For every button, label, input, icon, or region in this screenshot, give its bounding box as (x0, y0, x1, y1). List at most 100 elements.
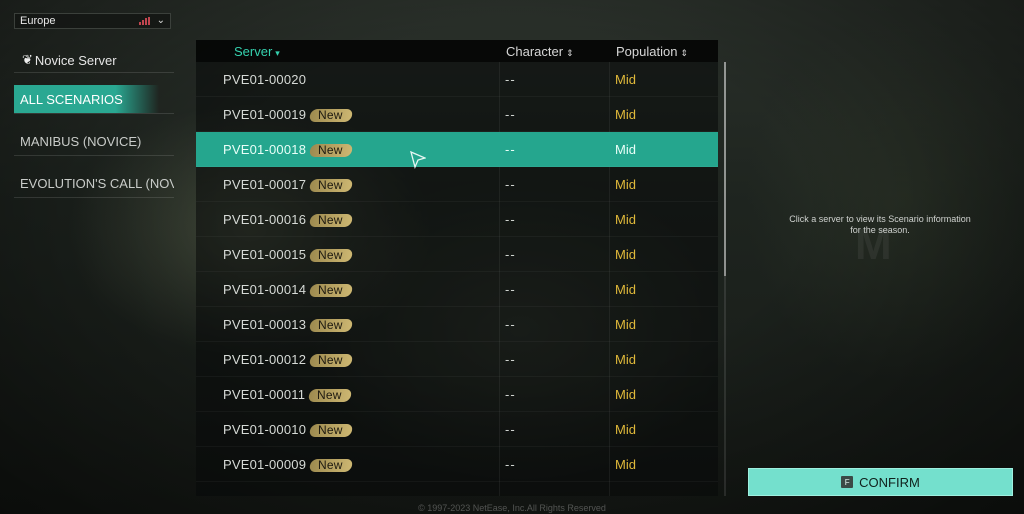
sort-toggle-icon: ⇕ (566, 48, 574, 58)
character-value: -- (505, 107, 516, 122)
server-row[interactable]: PVE01-00017 New -- Mid (196, 167, 718, 202)
server-row[interactable]: PVE01-00016 New -- Mid (196, 202, 718, 237)
scenario-label: MANIBUS (NOVICE) (20, 133, 142, 149)
server-row[interactable]: PVE01-00011 New -- Mid (196, 377, 718, 412)
new-badge: New (308, 108, 354, 122)
server-row[interactable]: PVE01-00020 -- Mid (196, 62, 718, 97)
server-name: PVE01-00011 New (223, 387, 353, 402)
new-badge-label: New (318, 458, 343, 472)
scenario-info-hint: Click a server to view its Scenario info… (770, 214, 990, 236)
server-row[interactable]: PVE01-00010 New -- Mid (196, 412, 718, 447)
sort-by-character[interactable]: Character ⇕ (506, 44, 574, 59)
server-row[interactable]: PVE01-00014 New -- Mid (196, 272, 718, 307)
server-row[interactable]: PVE01-00012 New -- Mid (196, 342, 718, 377)
confirm-button[interactable]: F CONFIRM (748, 468, 1013, 496)
server-row[interactable]: PVE01-00019 New -- Mid (196, 97, 718, 132)
region-select[interactable]: Europe ⌄ (14, 13, 171, 29)
new-badge-label: New (318, 108, 343, 122)
server-name: PVE01-00018 New (223, 142, 354, 157)
scenario-manibus-novice[interactable]: MANIBUS (NOVICE) (14, 127, 174, 155)
server-name-text: PVE01-00011 (223, 387, 306, 402)
sort-by-server[interactable]: Server ▾ (234, 44, 280, 59)
hint-line-2: for the season. (850, 225, 910, 235)
sidebar-divider (14, 72, 174, 73)
server-name-text: PVE01-00015 (223, 247, 307, 262)
new-badge-label: New (318, 248, 343, 262)
server-name: PVE01-00019 New (223, 107, 354, 122)
server-name-text: PVE01-00010 (223, 422, 307, 437)
server-row[interactable]: PVE01-00013 New -- Mid (196, 307, 718, 342)
population-value: Mid (615, 317, 636, 332)
sort-toggle-icon: ⇕ (680, 48, 688, 58)
server-name: PVE01-00014 New (223, 282, 354, 297)
scrollbar-thumb[interactable] (724, 62, 726, 276)
scenario-evolutions-call[interactable]: EVOLUTION'S CALL (NOVI (14, 169, 174, 197)
region-label: Europe (20, 15, 56, 27)
server-name: PVE01-00016 New (223, 212, 354, 227)
server-name: PVE01-00020 (223, 72, 306, 87)
new-badge: New (308, 283, 354, 297)
keybind-f-icon: F (841, 476, 854, 488)
server-name: PVE01-00017 New (223, 177, 354, 192)
sidebar-divider (14, 197, 174, 198)
population-value: Mid (615, 352, 636, 367)
novice-server-label: ❦ Novice Server (22, 52, 117, 68)
server-name-text: PVE01-00009 (223, 457, 307, 472)
population-value: Mid (615, 457, 636, 472)
server-table: Server ▾ Character ⇕ Population ⇕ PVE01-000… (196, 40, 718, 496)
population-value: Mid (615, 177, 636, 192)
population-value: Mid (615, 212, 636, 227)
signal-strength-icon (139, 17, 150, 25)
table-header: Server ▾ Character ⇕ Population ⇕ (196, 40, 718, 62)
server-row[interactable]: PVE01-00015 New -- Mid (196, 237, 718, 272)
character-value: -- (505, 387, 516, 402)
new-badge: New (308, 213, 354, 227)
server-row[interactable]: PVE01-00009 New -- Mid (196, 447, 718, 482)
new-badge-label: New (318, 283, 343, 297)
new-badge: New (308, 458, 354, 472)
copyright-text: © 1997-2023 NetEase, Inc.All Rights Rese… (418, 503, 606, 513)
sidebar-divider (14, 155, 174, 156)
population-value: Mid (615, 422, 636, 437)
new-badge: New (307, 388, 353, 402)
character-value: -- (505, 212, 516, 227)
new-badge-label: New (317, 388, 342, 402)
server-name: PVE01-00013 New (223, 317, 354, 332)
scenario-label: ALL SCENARIOS (20, 91, 123, 107)
server-name-text: PVE01-00018 (223, 142, 307, 157)
new-badge-label: New (318, 213, 343, 227)
server-name-text: PVE01-00014 (223, 282, 307, 297)
hint-line-1: Click a server to view its Scenario info… (789, 214, 971, 224)
population-value: Mid (615, 72, 636, 87)
server-name-text: PVE01-00017 (223, 177, 307, 192)
sidebar-divider (14, 113, 174, 114)
server-rows: PVE01-00020 -- Mid PVE01-00019 New -- Mid PVE01… (196, 62, 718, 496)
mouse-cursor-icon (410, 151, 426, 169)
character-value: -- (505, 317, 516, 332)
new-badge-label: New (318, 318, 343, 332)
population-value: Mid (615, 387, 636, 402)
sort-desc-icon: ▾ (275, 48, 280, 58)
population-value: Mid (615, 107, 636, 122)
sort-by-population[interactable]: Population ⇕ (616, 44, 688, 59)
population-value: Mid (615, 247, 636, 262)
scenario-all-scenarios[interactable]: ALL SCENARIOS (14, 85, 159, 113)
new-badge: New (308, 248, 354, 262)
butterfly-icon: ❦ (22, 52, 33, 67)
server-name: PVE01-00010 New (223, 422, 354, 437)
character-value: -- (505, 142, 516, 157)
server-name-text: PVE01-00019 (223, 107, 307, 122)
new-badge: New (308, 178, 354, 192)
server-row[interactable]: PVE01-00018 New -- Mid (196, 132, 718, 167)
confirm-label: CONFIRM (859, 474, 920, 490)
table-scrollbar[interactable] (724, 62, 726, 496)
chevron-down-icon: ⌄ (156, 15, 165, 26)
new-badge-label: New (318, 423, 343, 437)
novice-server-text: Novice Server (34, 52, 117, 68)
new-badge: New (308, 318, 354, 332)
population-value: Mid (615, 282, 636, 297)
server-name: PVE01-00009 New (223, 457, 354, 472)
new-badge-label: New (318, 353, 343, 367)
new-badge: New (308, 143, 354, 157)
new-badge: New (308, 423, 354, 437)
